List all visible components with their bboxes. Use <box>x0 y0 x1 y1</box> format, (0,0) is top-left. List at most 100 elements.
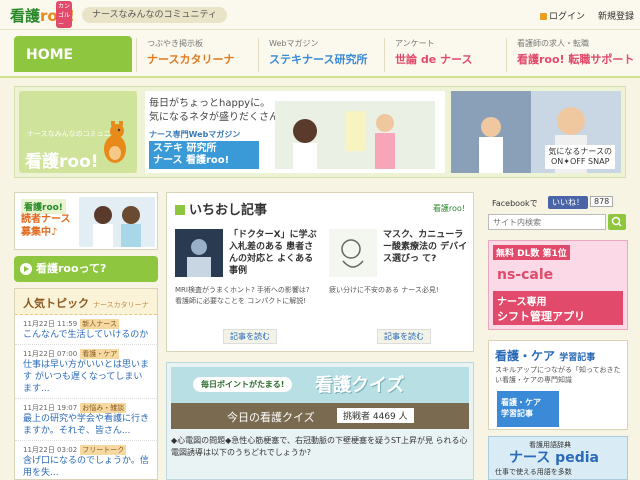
article-desc: 疲い分けに不安のある ナース必見! <box>329 286 439 294</box>
topic-tag: フリートーク <box>80 445 127 455</box>
banner-magazine-panel: 毎日がちょっとhappyに。 気になるネタが盛りだくさん。 ナース専門Webマガ… <box>145 91 445 173</box>
topic-tag: お悩み・雑談 <box>80 403 127 413</box>
play-icon <box>20 263 32 275</box>
logo-text: 看護 <box>10 7 41 25</box>
nav-item-magazine[interactable]: Webマガジン ステキナース研究所 <box>258 38 367 72</box>
reader-recruit-banner[interactable]: 看護roo! 読者ナース 募集中♪ <box>14 192 158 250</box>
topic-date: 11月22日 11:59 <box>23 320 78 328</box>
nav-item-career[interactable]: 看護師の求人・転職 看護roo! 転職サポート <box>506 38 634 72</box>
topic-item[interactable]: 11月22日 11:59 新人ナース こんなんで生活していけるのか <box>15 315 157 345</box>
facebook-like-button[interactable]: いいね！ <box>548 196 588 209</box>
search-button[interactable] <box>608 214 626 230</box>
hero-banner[interactable]: ナースなみんなのコミュニティ 看護roo! 毎日がちょっとhappyに。 気にな… <box>14 86 626 178</box>
nav-item-sub: アンケート <box>395 39 435 48</box>
shift-app-ad-line1: ナース専用 <box>497 297 547 308</box>
pickup-title: いちおし記事 <box>175 199 267 218</box>
article-card[interactable]: マスク、カニューラ ー酸素療法の デバイス選びっ て? 疲い分けに不安のある ナ… <box>329 229 475 345</box>
site-logo[interactable]: 看護roo! カンゴルー <box>10 1 75 28</box>
topic-item[interactable]: 11月21日 19:07 お悩み・雑談 最上の研究や学会や看護に行きますか。それぞ… <box>15 399 157 441</box>
facebook-widget: Facebookで いいね！ 878 <box>488 192 628 212</box>
nav-item-survey[interactable]: アンケート 世論 de ナース <box>384 38 472 72</box>
nav-item-sub: Webマガジン <box>269 39 319 48</box>
site-search-input[interactable] <box>488 214 606 230</box>
main-nav: HOME つぶやき掲示板 ナースカタリーナ Webマガジン ステキナース研究所 … <box>0 30 640 78</box>
topic-title: 最上の研究や学会や看護に行きますか。それぞ、皆さん... <box>23 414 150 436</box>
lock-icon <box>540 13 547 20</box>
topics-subtitle: ナースカタリーナ <box>93 301 149 309</box>
shift-app-ad-box: ナース専用 シフト管理アプリ <box>493 291 623 325</box>
topic-tag: 看護・ケア <box>80 349 120 359</box>
banner-brand-logo: 看護roo! <box>25 152 99 172</box>
topic-title: 仕事は早い方がいいとは思います がいつも遅くなってしまいます... <box>23 360 150 394</box>
article-desc: MRI検査がうまくホント? 手術への影響は? 看護師に必要なことを コンパクトに… <box>175 286 310 305</box>
topic-title: 含げ口になるのでしょうか。信用を失... <box>23 456 149 478</box>
learning-ad-sub: 学習記事 <box>559 353 596 363</box>
quiz-today-label: 今日の看護クイズ <box>227 411 315 424</box>
nurses-photo <box>79 197 155 247</box>
pickup-articles: いちおし記事 看護roo! 「ドクターX」に学ぶ 入札差のある 患者さんの対応と… <box>166 192 474 352</box>
nav-item-sub: 看護師の求人・転職 <box>517 39 589 48</box>
banner-brand-panel: ナースなみんなのコミュニティ 看護roo! <box>19 91 137 173</box>
kangaroo-icon <box>104 121 126 163</box>
learning-ad-title: 看護・ケア 学習記事 <box>495 347 595 364</box>
login-label: ログイン <box>549 12 586 22</box>
topic-tag: 新人ナース <box>80 319 119 329</box>
quiz-title: 看護クイズ <box>315 375 405 396</box>
quiz-challenger-count: 挑戦者 4469 人 <box>337 408 414 423</box>
recruit-text: 読者ナース 募集中♪ <box>21 214 71 238</box>
topic-item[interactable]: 11月22日 03:02 フリートーク 含げ口になるのでしょうか。信用を失... <box>15 441 157 480</box>
banner-magazine-title: ステキ 研究所 ナース 看護roo! <box>149 141 259 169</box>
banner-photo <box>275 101 435 169</box>
learning-ad-desc: スキルアップにつながる「知っておきた い看護・ケアの専門知識 <box>495 366 621 384</box>
recruit-logo: 看護roo! <box>21 199 66 214</box>
quiz-point-label: 毎日ポイントがたまる! <box>193 377 293 392</box>
top-bar: 看護roo! カンゴルー ナースなみんなのコミュニティ ログイン 新規登録 <box>0 0 640 30</box>
nav-item-label: 世論 de ナース <box>395 53 473 66</box>
banner-snap-caption: 気になるナースの ON✦OFF SNAP <box>545 145 615 169</box>
topic-date: 11月21日 19:07 <box>23 404 78 412</box>
banner-snap-panel: 気になるナースの ON✦OFF SNAP <box>451 91 621 173</box>
banner-magazine-sub: ナース専門Webマガジン <box>149 130 241 139</box>
quiz-question[interactable]: ◆心電図の問題◆急性心筋梗塞で、右冠動脈の下壁梗塞を疑うST上昇が見 られる心電… <box>171 435 471 459</box>
topic-date: 11月22日 03:02 <box>23 446 78 454</box>
article-card[interactable]: 「ドクターX」に学ぶ 入札差のある 患者さんの対応と よくある事例 MRI検査が… <box>175 229 321 345</box>
nav-item-label: 看護roo! 転職サポート <box>517 53 635 66</box>
logo-tag: カンゴルー <box>56 1 72 28</box>
learning-ad-head: 看護・ケア <box>495 349 556 363</box>
nav-item-label: ナースカタリーナ <box>147 53 235 66</box>
read-article-button[interactable]: 記事を読む <box>223 329 277 344</box>
nursing-quiz: 毎日ポイントがたまる! 看護クイズ 今日の看護クイズ 挑戦者 4469 人 ◆心… <box>166 362 474 480</box>
nav-item-sub: つぶやき掲示板 <box>147 39 203 48</box>
read-article-button[interactable]: 記事を読む <box>377 329 431 344</box>
topic-date: 11月22日 07:00 <box>23 350 78 358</box>
nav-home[interactable]: HOME <box>14 36 132 72</box>
site-slogan: ナースなみんなのコミュニティ <box>82 7 228 23</box>
shift-app-ad-brand: ns-cale <box>497 267 554 283</box>
about-site-label: 看護rooって? <box>36 262 107 275</box>
topic-item[interactable]: 11月22日 07:00 看護・ケア 仕事は早い方がいいとは思います がいつも遅く… <box>15 345 157 399</box>
nurse-pedia-ad[interactable]: 看護用語辞典 ナース pedia 仕事で使える用語を多数 <box>488 436 628 480</box>
quiz-banner: 毎日ポイントがたまる! 看護クイズ <box>171 367 469 403</box>
popular-topics: 人気トピック ナースカタリーナ 11月22日 11:59 新人ナース こんなんで生活… <box>14 288 158 480</box>
about-site-button[interactable]: 看護rooって? <box>14 256 158 282</box>
nurse-pedia-title: ナース pedia <box>509 450 599 466</box>
shift-app-ad-badge: 無料 DL数 第1位 <box>493 245 570 260</box>
article-title: 「ドクターX」に学ぶ 入札差のある 患者さんの対応と よくある事例 <box>229 230 317 276</box>
learning-ad-box: 看護・ケア 学習記事 <box>497 391 559 427</box>
login-link[interactable]: ログイン <box>540 9 585 22</box>
nurses-illustration <box>275 101 435 169</box>
nav-item-catalina[interactable]: つぶやき掲示板 ナースカタリーナ <box>136 38 234 72</box>
register-link[interactable]: 新規登録 <box>598 9 634 22</box>
search-icon <box>611 216 622 227</box>
shift-app-ad[interactable]: 無料 DL数 第1位 ns-cale ナース専用 シフト管理アプリ <box>488 240 628 330</box>
shift-app-ad-line2: シフト管理アプリ <box>497 310 585 323</box>
quiz-today-bar: 今日の看護クイズ 挑戦者 4469 人 <box>171 403 469 429</box>
facebook-like-count: 878 <box>590 196 614 207</box>
learning-articles-ad[interactable]: 看護・ケア 学習記事 スキルアップにつながる「知っておきた い看護・ケアの専門知… <box>488 340 628 430</box>
nurse-pedia-desc: 仕事で使える用語を多数 <box>495 468 572 476</box>
facebook-label: Facebookで <box>492 199 538 208</box>
article-thumbnail <box>175 229 223 277</box>
pickup-source: 看護roo! <box>432 204 465 213</box>
nav-item-label: ステキナース研究所 <box>269 53 368 66</box>
article-title: マスク、カニューラ ー酸素療法の デバイス選びっ て? <box>383 230 468 264</box>
